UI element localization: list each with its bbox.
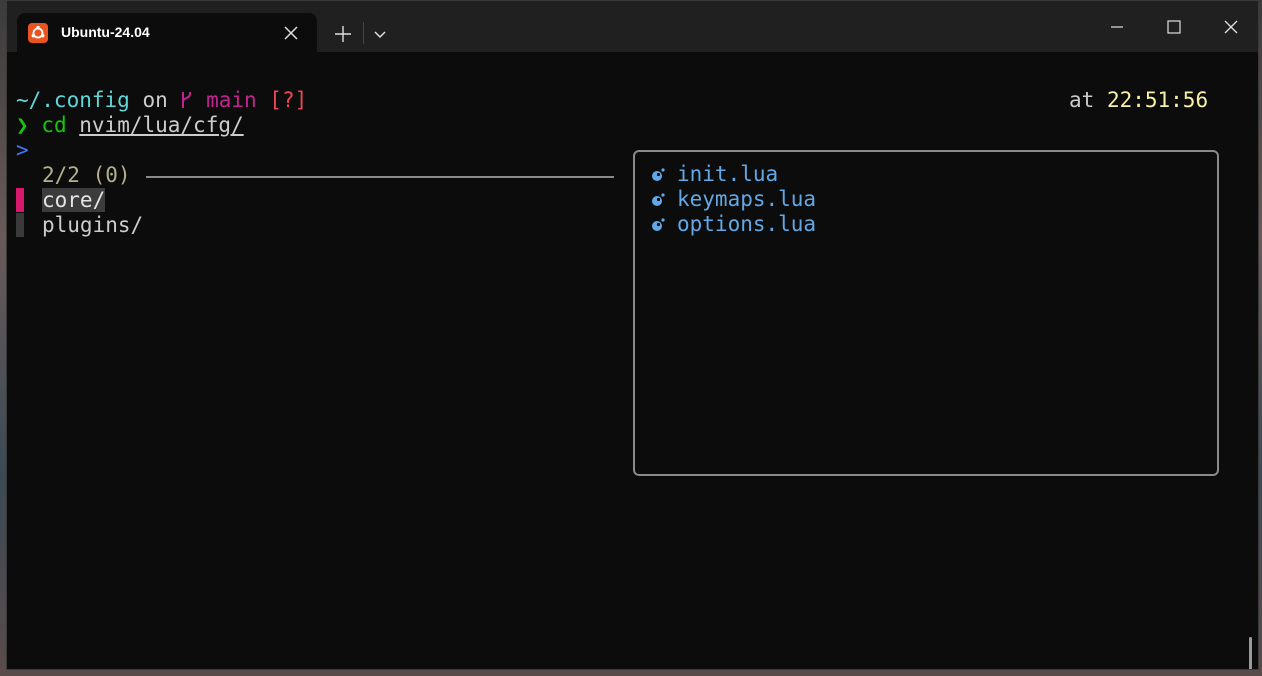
minimize-icon bbox=[1111, 26, 1123, 28]
lua-icon bbox=[652, 168, 665, 181]
command-line: ❯ cd nvim/lua/cfg/ bbox=[16, 113, 244, 138]
new-tab-button[interactable] bbox=[329, 21, 357, 47]
ubuntu-icon bbox=[28, 23, 48, 43]
list-item-label: plugins/ bbox=[42, 213, 144, 237]
close-icon bbox=[1224, 20, 1238, 34]
minimize-button[interactable] bbox=[1097, 11, 1137, 43]
preview-file-name: options.lua bbox=[677, 212, 817, 236]
close-window-button[interactable] bbox=[1211, 11, 1251, 43]
item-marker bbox=[16, 213, 24, 237]
preview-file: options.lua bbox=[651, 212, 816, 237]
command-argument: nvim/lua/cfg/ bbox=[79, 113, 244, 137]
terminal-content[interactable]: ~/.config on main [?] at 22:51:56 ❯ cd n… bbox=[16, 52, 1258, 669]
list-item-plugins[interactable]: plugins/ bbox=[42, 213, 143, 238]
terminal-window: Ubuntu-24.04 ~/.config on main [?] at 22… bbox=[6, 0, 1259, 670]
title-bar: Ubuntu-24.04 bbox=[7, 1, 1258, 52]
picker-count: 2/2 (0) bbox=[42, 163, 131, 187]
prompt-chevron: ❯ bbox=[16, 113, 29, 137]
preview-file: init.lua bbox=[651, 162, 778, 187]
preview-pane: init.lua keymaps.lua options.lua bbox=[633, 150, 1219, 476]
prompt-on: on bbox=[142, 88, 168, 112]
command-name: cd bbox=[41, 113, 67, 137]
prompt-time: 22:51:56 bbox=[1106, 88, 1209, 112]
maximize-icon bbox=[1167, 20, 1181, 34]
scrollbar[interactable] bbox=[1249, 637, 1252, 669]
picker-count-rule bbox=[146, 176, 614, 178]
maximize-button[interactable] bbox=[1154, 11, 1194, 43]
close-icon[interactable] bbox=[279, 21, 303, 45]
prompt-line: ~/.config on main [?] bbox=[16, 88, 307, 113]
plus-icon bbox=[335, 26, 351, 42]
preview-file: keymaps.lua bbox=[651, 187, 816, 212]
selection-marker bbox=[16, 188, 24, 212]
tab-separator bbox=[363, 22, 364, 44]
git-branch-icon bbox=[180, 88, 193, 112]
lua-icon bbox=[652, 193, 665, 206]
prompt-status: [?] bbox=[269, 88, 308, 112]
prompt-time-line: at 22:51:56 bbox=[1069, 88, 1208, 113]
prompt-branch: main bbox=[206, 88, 257, 112]
preview-file-name: init.lua bbox=[677, 162, 779, 186]
prompt-path: ~/.config bbox=[16, 88, 130, 112]
tab-dropdown-button[interactable] bbox=[369, 21, 391, 47]
picker-input[interactable]: > bbox=[16, 138, 29, 163]
list-item-core[interactable]: core/ bbox=[42, 188, 106, 213]
list-item-label: core/ bbox=[42, 188, 106, 212]
prompt-at: at bbox=[1069, 88, 1095, 112]
tab-ubuntu[interactable]: Ubuntu-24.04 bbox=[17, 13, 317, 52]
chevron-down-icon bbox=[374, 31, 386, 39]
lua-icon bbox=[652, 218, 665, 231]
preview-file-name: keymaps.lua bbox=[677, 187, 817, 211]
tab-title: Ubuntu-24.04 bbox=[61, 24, 150, 40]
